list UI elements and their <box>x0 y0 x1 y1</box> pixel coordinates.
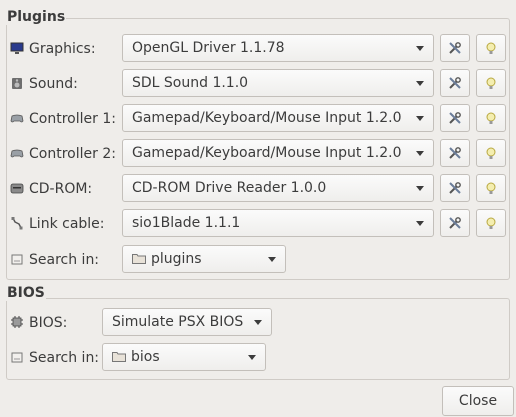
lightbulb-icon <box>486 42 496 54</box>
sound-about-button[interactable] <box>476 69 506 97</box>
chip-icon <box>11 316 23 328</box>
controller1-combo[interactable]: Gamepad/Keyboard/Mouse Input 1.2.0 <box>122 104 434 132</box>
lightbulb-icon <box>486 77 496 89</box>
bios-label: BIOS: <box>10 308 67 338</box>
graphics-combo[interactable]: OpenGL Driver 1.1.78 <box>122 34 434 62</box>
graphics-label: Graphics: <box>10 34 96 64</box>
folder-icon <box>132 254 146 264</box>
sound-configure-button[interactable] <box>440 69 470 97</box>
chevron-down-icon <box>416 81 424 86</box>
graphics-about-button[interactable] <box>476 34 506 62</box>
controller2-combo[interactable]: Gamepad/Keyboard/Mouse Input 1.2.0 <box>122 139 434 167</box>
bios-search-label: Search in: <box>10 343 99 373</box>
tools-icon <box>449 182 461 194</box>
controller2-about-button[interactable] <box>476 139 506 167</box>
graphics-configure-button[interactable] <box>440 34 470 62</box>
search-path-icon <box>11 254 23 265</box>
controller1-about-button[interactable] <box>476 104 506 132</box>
controller1-label: Controller 1: <box>10 104 116 134</box>
link-cable-configure-button[interactable] <box>440 209 470 237</box>
tools-icon <box>449 147 461 159</box>
chevron-down-icon <box>268 257 276 262</box>
lightbulb-icon <box>486 182 496 194</box>
chevron-down-icon <box>416 46 424 51</box>
tools-icon <box>449 217 461 229</box>
tools-icon <box>449 77 461 89</box>
cable-icon <box>11 217 23 230</box>
chevron-down-icon <box>416 116 424 121</box>
lightbulb-icon <box>486 112 496 124</box>
gamepad-icon <box>10 114 24 123</box>
lightbulb-icon <box>486 217 496 229</box>
controller2-configure-button[interactable] <box>440 139 470 167</box>
bios-folder-chooser[interactable]: bios <box>102 343 266 371</box>
search-path-icon <box>11 352 23 363</box>
folder-icon <box>112 352 126 362</box>
bios-combo[interactable]: Simulate PSX BIOS <box>102 308 272 336</box>
chevron-down-icon <box>416 151 424 156</box>
gamepad-icon <box>10 149 24 158</box>
controller2-label: Controller 2: <box>10 139 116 169</box>
controller1-configure-button[interactable] <box>440 104 470 132</box>
plugins-search-label: Search in: <box>10 245 99 275</box>
speaker-icon <box>12 78 22 89</box>
tools-icon <box>449 42 461 54</box>
chevron-down-icon <box>416 186 424 191</box>
link-cable-about-button[interactable] <box>476 209 506 237</box>
cdrom-about-button[interactable] <box>476 174 506 202</box>
chevron-down-icon <box>254 320 262 325</box>
bios-title: BIOS <box>6 285 46 301</box>
cdrom-combo[interactable]: CD-ROM Drive Reader 1.0.0 <box>122 174 434 202</box>
monitor-icon <box>10 42 24 54</box>
link-cable-label: Link cable: <box>10 209 105 239</box>
plugins-title: Plugins <box>6 9 67 25</box>
chevron-down-icon <box>416 221 424 226</box>
link-cable-combo[interactable]: sio1Blade 1.1.1 <box>122 209 434 237</box>
lightbulb-icon <box>486 147 496 159</box>
sound-label: Sound: <box>10 69 78 99</box>
sound-combo[interactable]: SDL Sound 1.1.0 <box>122 69 434 97</box>
plugins-folder-chooser[interactable]: plugins <box>122 245 286 273</box>
disc-drive-icon <box>10 183 24 194</box>
tools-icon <box>449 112 461 124</box>
cdrom-configure-button[interactable] <box>440 174 470 202</box>
chevron-down-icon <box>248 355 256 360</box>
cdrom-label: CD-ROM: <box>10 174 92 204</box>
close-button[interactable]: Close <box>442 386 514 416</box>
